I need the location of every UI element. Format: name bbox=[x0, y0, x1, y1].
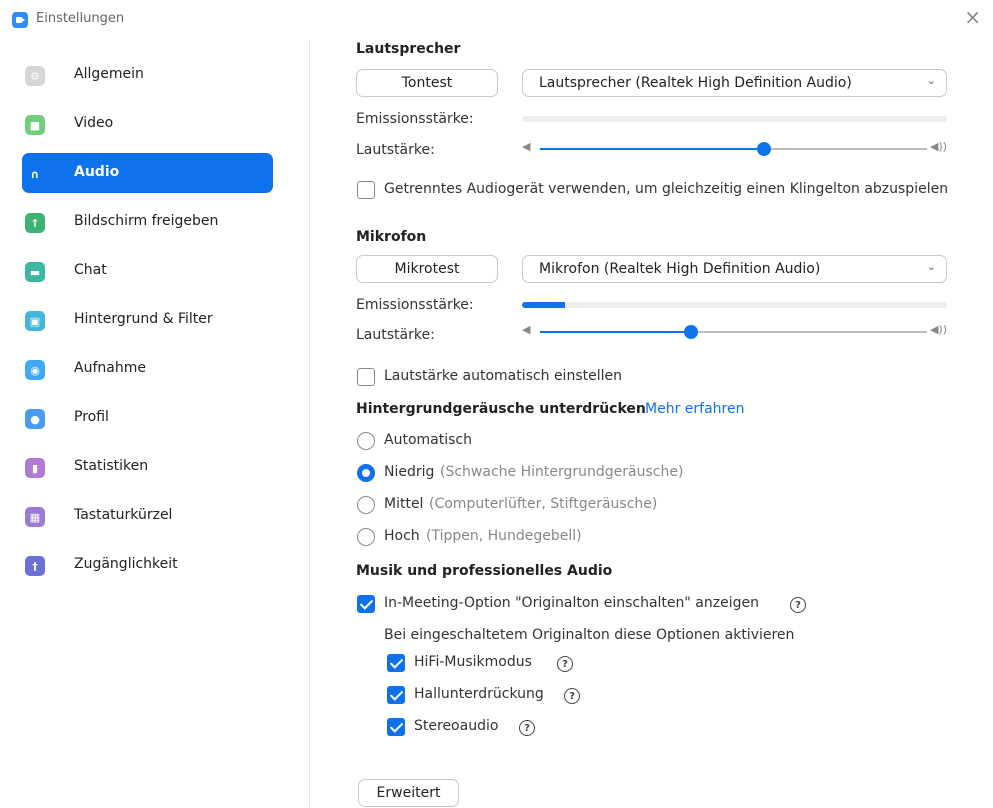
speaker-level-meter bbox=[522, 116, 947, 122]
help-icon[interactable]: ? bbox=[519, 720, 535, 736]
slider-knob[interactable] bbox=[684, 325, 698, 339]
keyboard-icon: ▦ bbox=[25, 507, 45, 527]
sidebar-item-chat-bubble[interactable]: ▬ Chat bbox=[22, 251, 273, 291]
microphone-volume-label: Lautstärke: bbox=[356, 327, 435, 343]
chevron-down-icon: ⌄ bbox=[926, 74, 936, 87]
accessibility-icon: † bbox=[25, 556, 45, 576]
speaker-low-icon: ◀ bbox=[522, 323, 531, 336]
sidebar-item-gear[interactable]: ⚙ Allgemein bbox=[22, 55, 273, 95]
music-sub-checkbox[interactable] bbox=[387, 654, 405, 672]
sidebar-item-accessibility[interactable]: † Zugänglichkeit bbox=[22, 545, 273, 585]
slider-fill bbox=[540, 331, 691, 333]
share-screen-icon: ↑ bbox=[25, 213, 45, 233]
noise-option-hint: (Tippen, Hundegebell) bbox=[426, 528, 582, 544]
sidebar-item-label: Aufnahme bbox=[74, 360, 146, 376]
speaker-low-icon: ◀ bbox=[522, 140, 531, 153]
music-section-title: Musik und professionelles Audio bbox=[356, 563, 613, 579]
sidebar-item-statistics[interactable]: ▮ Statistiken bbox=[22, 447, 273, 487]
close-icon[interactable]: × bbox=[964, 7, 981, 27]
noise-option-hint: (Schwache Hintergrundgeräusche) bbox=[440, 464, 684, 480]
speaker-high-icon: ◀)) bbox=[929, 140, 947, 153]
sidebar-item-keyboard[interactable]: ▦ Tastaturkürzel bbox=[22, 496, 273, 536]
microphone-section-title: Mikrofon bbox=[356, 229, 427, 245]
noise-option-label: Hoch bbox=[384, 528, 420, 544]
sidebar-item-video-camera[interactable]: ■ Video bbox=[22, 104, 273, 144]
auto-volume-checkbox[interactable] bbox=[357, 368, 375, 386]
sidebar-item-label: Video bbox=[74, 115, 114, 131]
speaker-device-value: Lautsprecher (Realtek High Definition Au… bbox=[539, 75, 852, 91]
statistics-icon: ▮ bbox=[25, 458, 45, 478]
original-sound-checkbox[interactable] bbox=[357, 595, 375, 613]
noise-radio-1[interactable] bbox=[357, 464, 375, 482]
microphone-device-select[interactable]: Mikrofon (Realtek High Definition Audio)… bbox=[522, 255, 947, 283]
learn-more-link[interactable]: Mehr erfahren bbox=[645, 401, 744, 417]
speaker-section-title: Lautsprecher bbox=[356, 41, 461, 57]
music-sub-label: Hallunterdrückung bbox=[414, 686, 544, 702]
speaker-emission-label: Emissionsstärke: bbox=[356, 111, 474, 127]
original-sound-caption: Bei eingeschaltetem Originalton diese Op… bbox=[384, 627, 795, 643]
sidebar-item-share-screen[interactable]: ↑ Bildschirm freigeben bbox=[22, 202, 273, 242]
sidebar-item-profile[interactable]: ● Profil bbox=[22, 398, 273, 438]
advanced-button[interactable]: Erweitert bbox=[358, 779, 459, 807]
title-bar: Einstellungen × bbox=[0, 0, 993, 40]
music-sub-checkbox[interactable] bbox=[387, 686, 405, 704]
music-sub-label: Stereoaudio bbox=[414, 718, 499, 734]
help-icon[interactable]: ? bbox=[557, 656, 573, 672]
sidebar-item-label: Statistiken bbox=[74, 458, 149, 474]
speaker-high-icon: ◀)) bbox=[929, 323, 947, 336]
microphone-volume-slider[interactable]: ◀ ◀)) bbox=[522, 323, 947, 339]
noise-option-label: Niedrig bbox=[384, 464, 435, 480]
music-sub-label: HiFi-Musikmodus bbox=[414, 654, 532, 670]
headphones-icon: ∩ bbox=[30, 167, 40, 181]
microphone-test-button[interactable]: Mikrotest bbox=[356, 255, 498, 283]
noise-radio-3[interactable] bbox=[357, 528, 375, 546]
speaker-test-button[interactable]: Tontest bbox=[356, 69, 498, 97]
sidebar-item-record[interactable]: ◉ Aufnahme bbox=[22, 349, 273, 389]
record-icon: ◉ bbox=[25, 360, 45, 380]
separate-device-checkbox[interactable] bbox=[357, 181, 375, 199]
microphone-emission-label: Emissionsstärke: bbox=[356, 297, 474, 313]
microphone-device-value: Mikrofon (Realtek High Definition Audio) bbox=[539, 261, 821, 277]
original-sound-label: In-Meeting-Option "Originalton einschalt… bbox=[384, 595, 759, 611]
noise-section-title: Hintergrundgeräusche unterdrücken bbox=[356, 401, 646, 417]
noise-radio-0[interactable] bbox=[357, 432, 375, 450]
sidebar-item-headphones[interactable]: ∩ Audio bbox=[22, 153, 273, 193]
sidebar-item-label: Zugänglichkeit bbox=[74, 556, 178, 572]
sidebar-item-label: Hintergrund & Filter bbox=[74, 311, 213, 327]
settings-sidebar: ⚙ Allgemein ■ Video ∩ Audio ↑ Bildschirm freige… bbox=[0, 40, 310, 808]
zoom-logo-icon bbox=[12, 12, 28, 28]
sidebar-item-label: Audio bbox=[74, 164, 120, 180]
separate-device-label: Getrenntes Audiogerät verwenden, um glei… bbox=[384, 181, 949, 197]
sidebar-item-label: Bildschirm freigeben bbox=[74, 213, 219, 229]
window-title: Einstellungen bbox=[36, 11, 125, 26]
noise-option-label: Mittel bbox=[384, 496, 424, 512]
microphone-level-meter bbox=[522, 302, 947, 308]
sidebar-item-label: Tastaturkürzel bbox=[74, 507, 173, 523]
chevron-down-icon: ⌄ bbox=[926, 260, 936, 273]
help-icon[interactable]: ? bbox=[564, 688, 580, 704]
audio-settings-panel: Lautsprecher Tontest Lautsprecher (Realt… bbox=[311, 40, 993, 808]
speaker-device-select[interactable]: Lautsprecher (Realtek High Definition Au… bbox=[522, 69, 947, 97]
slider-knob[interactable] bbox=[757, 142, 771, 156]
noise-radio-2[interactable] bbox=[357, 496, 375, 514]
background-icon: ▣ bbox=[25, 311, 45, 331]
noise-option-label: Automatisch bbox=[384, 432, 472, 448]
sidebar-item-background[interactable]: ▣ Hintergrund & Filter bbox=[22, 300, 273, 340]
microphone-level-fill bbox=[522, 302, 565, 308]
slider-fill bbox=[540, 148, 764, 150]
sidebar-item-label: Chat bbox=[74, 262, 107, 278]
chat-bubble-icon: ▬ bbox=[25, 262, 45, 282]
gear-icon: ⚙ bbox=[25, 66, 45, 86]
auto-volume-label: Lautstärke automatisch einstellen bbox=[384, 368, 622, 384]
video-camera-icon: ■ bbox=[25, 115, 45, 135]
sidebar-item-label: Allgemein bbox=[74, 66, 144, 82]
sidebar-item-label: Profil bbox=[74, 409, 109, 425]
music-sub-checkbox[interactable] bbox=[387, 718, 405, 736]
profile-icon: ● bbox=[25, 409, 45, 429]
help-icon[interactable]: ? bbox=[790, 597, 806, 613]
speaker-volume-label: Lautstärke: bbox=[356, 142, 435, 158]
noise-option-hint: (Computerlüfter, Stiftgeräusche) bbox=[429, 496, 658, 512]
speaker-volume-slider[interactable]: ◀ ◀)) bbox=[522, 140, 947, 156]
